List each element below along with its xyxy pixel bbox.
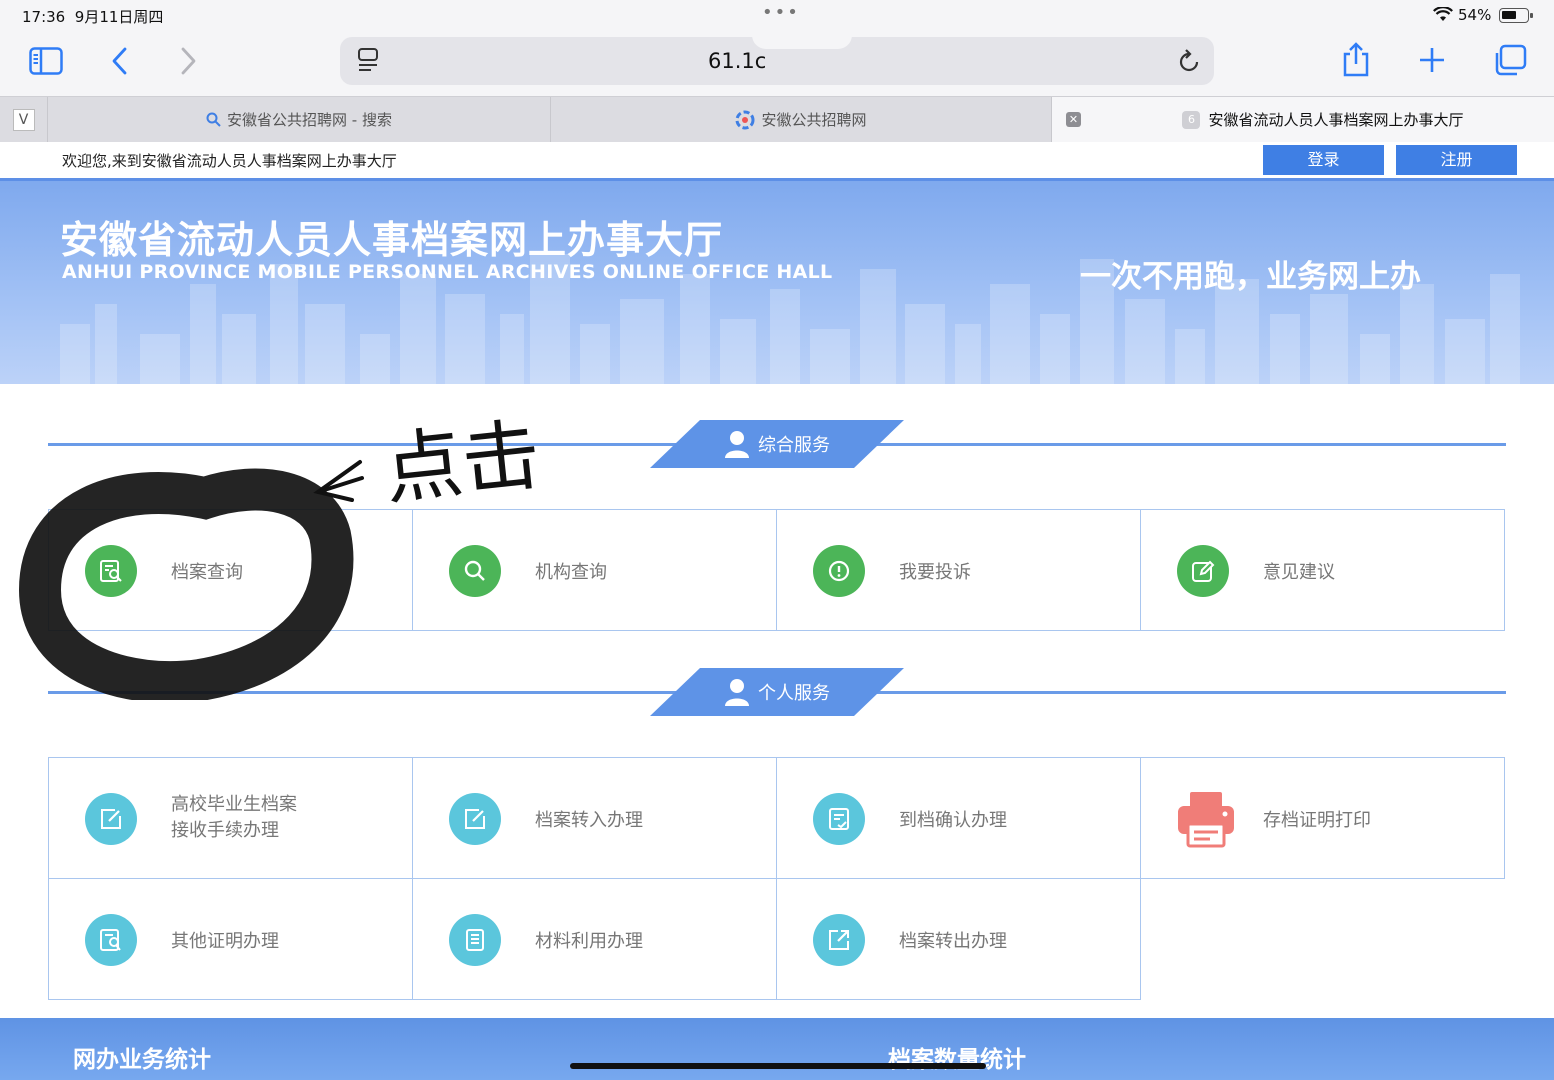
- service-label: 其他证明办理: [171, 931, 279, 952]
- search-icon: [206, 112, 221, 127]
- tab-label: 安徽省流动人员人事档案网上办事大厅: [1208, 111, 1464, 129]
- section-title: 综合服务: [758, 435, 830, 456]
- hand-drawn-circle-mark: [18, 468, 354, 700]
- service-label: 档案转出办理: [899, 931, 1007, 952]
- service-label: 我要投诉: [899, 562, 971, 583]
- user-icon: [724, 677, 750, 707]
- footer-title-left: 网办业务统计: [73, 1047, 211, 1073]
- tab-search[interactable]: 安徽省公共招聘网 - 搜索: [48, 97, 551, 142]
- browser-toolbar: 61.1с: [0, 31, 1554, 96]
- service-label: 意见建议: [1263, 562, 1335, 583]
- export-icon: [813, 914, 865, 966]
- reload-icon[interactable]: [1176, 47, 1202, 79]
- edit-box-icon: [85, 793, 137, 845]
- service-label: 档案转入办理: [535, 810, 643, 831]
- edit-icon: [1177, 545, 1229, 597]
- annotation-text: 点击: [380, 410, 545, 516]
- site-favicon-icon: V: [12, 108, 35, 131]
- edit-box-icon: [449, 793, 501, 845]
- tab-pinned[interactable]: V: [0, 97, 48, 142]
- site-banner: 安徽省流动人员人事档案网上办事大厅 ANHUI PROVINCE MOBILE …: [0, 178, 1554, 384]
- banner-title: 安徽省流动人员人事档案网上办事大厅: [60, 218, 724, 262]
- section-title: 个人服务: [758, 683, 830, 704]
- register-button[interactable]: 注册: [1396, 145, 1517, 175]
- address-bar[interactable]: 61.1с: [340, 31, 1214, 85]
- sidebar-toggle-icon[interactable]: [29, 47, 63, 79]
- home-indicator: [570, 1063, 986, 1069]
- multitask-dots-icon[interactable]: •••: [762, 2, 800, 23]
- service-complaint[interactable]: 我要投诉: [776, 509, 1141, 631]
- banner-subtitle: ANHUI PROVINCE MOBILE PERSONNEL ARCHIVES…: [62, 261, 833, 283]
- tab-bar: V 安徽省公共招聘网 - 搜索 安徽公共招聘网 6 安徽省流动人员人事档案网上办…: [0, 96, 1554, 142]
- checklist-icon: [813, 793, 865, 845]
- banner-slogan: 一次不用跑，业务网上办: [1080, 259, 1421, 295]
- service-archive-transfer-in[interactable]: 档案转入办理: [412, 757, 777, 879]
- tab-recruit[interactable]: 安徽公共招聘网: [551, 97, 1052, 142]
- handwritten-annotation: 点击: [18, 410, 545, 700]
- share-icon[interactable]: [1341, 42, 1371, 82]
- statistics-footer: 网办业务统计 档案数量统计: [0, 1018, 1554, 1080]
- service-material-use[interactable]: 材料利用办理: [412, 878, 777, 1000]
- site-logo-icon: [735, 110, 755, 130]
- status-bar: 17:36 9月11日周四 ••• 54%: [0, 0, 1554, 32]
- service-label: 到档确认办理: [899, 810, 1007, 831]
- service-label: 高校毕业生档案 接收手续办理: [171, 794, 297, 841]
- tabs-overview-icon[interactable]: [1493, 44, 1527, 80]
- service-archive-transfer-out[interactable]: 档案转出办理: [776, 878, 1141, 1000]
- close-tab-icon[interactable]: ✕: [1066, 112, 1081, 127]
- status-time: 17:36 9月11日周四: [22, 8, 164, 26]
- user-icon: [724, 429, 750, 459]
- service-label: 材料利用办理: [535, 931, 643, 952]
- welcome-bar: 欢迎您,来到安徽省流动人员人事档案网上办事大厅 登录 注册: [0, 142, 1554, 178]
- wifi-icon: [1433, 6, 1453, 26]
- alert-icon: [813, 545, 865, 597]
- tab-label: 安徽省公共招聘网 - 搜索: [227, 111, 392, 129]
- forward-icon[interactable]: [178, 46, 198, 80]
- login-button[interactable]: 登录: [1263, 145, 1384, 175]
- service-other-certificate[interactable]: 其他证明办理: [48, 878, 413, 1000]
- document-icon: [449, 914, 501, 966]
- service-label: 存档证明打印: [1263, 810, 1371, 831]
- battery-icon: [1499, 8, 1533, 23]
- service-graduate-archive[interactable]: 高校毕业生档案 接收手续办理: [48, 757, 413, 879]
- service-certificate-print[interactable]: 存档证明打印: [1140, 757, 1505, 879]
- arrow-left-icon: [313, 460, 364, 502]
- back-icon[interactable]: [110, 46, 130, 80]
- certificate-icon: [85, 914, 137, 966]
- service-archive-confirm[interactable]: 到档确认办理: [776, 757, 1141, 879]
- url-text: 61.1с: [708, 49, 767, 73]
- welcome-message: 欢迎您,来到安徽省流动人员人事档案网上办事大厅: [62, 152, 397, 170]
- tab-count-badge: 6: [1182, 110, 1201, 129]
- printer-icon: [1175, 788, 1237, 850]
- page-menu-icon[interactable]: [356, 47, 380, 79]
- section-header-general: 综合服务: [650, 420, 904, 468]
- service-suggestion[interactable]: 意见建议: [1140, 509, 1505, 631]
- section-header-personal: 个人服务: [650, 668, 904, 716]
- tab-archives-active[interactable]: 6 安徽省流动人员人事档案网上办事大厅: [1052, 97, 1554, 142]
- new-tab-icon[interactable]: [1418, 46, 1446, 78]
- battery-percent: 54%: [1458, 6, 1492, 24]
- tab-label: 安徽公共招聘网: [761, 111, 867, 129]
